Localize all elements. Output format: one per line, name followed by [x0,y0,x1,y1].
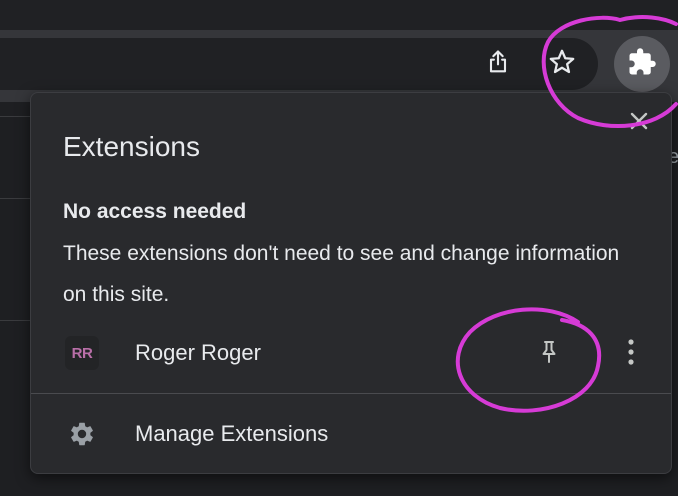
pin-button[interactable] [531,336,567,372]
star-icon [547,47,577,82]
more-options-button[interactable] [615,336,647,372]
share-button[interactable] [478,44,518,84]
extension-logo: RR [65,336,99,370]
close-icon [628,110,650,137]
extensions-button[interactable] [614,36,670,92]
more-vert-icon [627,338,635,371]
share-icon [484,48,512,81]
divider [0,320,30,321]
extension-row: RR Roger Roger [31,331,671,377]
popup-title: Extensions [63,131,200,162]
divider [0,116,30,117]
gear-icon [67,419,97,449]
extensions-popup: Extensions No access needed These extens… [30,92,672,474]
tab-strip [0,0,678,30]
section-heading: No access needed [63,200,247,223]
section-description: These extensions don't need to see and c… [63,242,620,306]
bookmark-button[interactable] [542,44,582,84]
pin-icon [537,339,561,370]
extension-name[interactable]: Roger Roger [135,340,261,366]
manage-extensions-label: Manage Extensions [135,421,329,446]
divider [0,198,30,199]
divider [31,393,671,394]
manage-extensions-button[interactable]: Manage Extensions [31,411,671,457]
close-button[interactable] [625,109,653,137]
puzzle-piece-icon [627,47,657,82]
